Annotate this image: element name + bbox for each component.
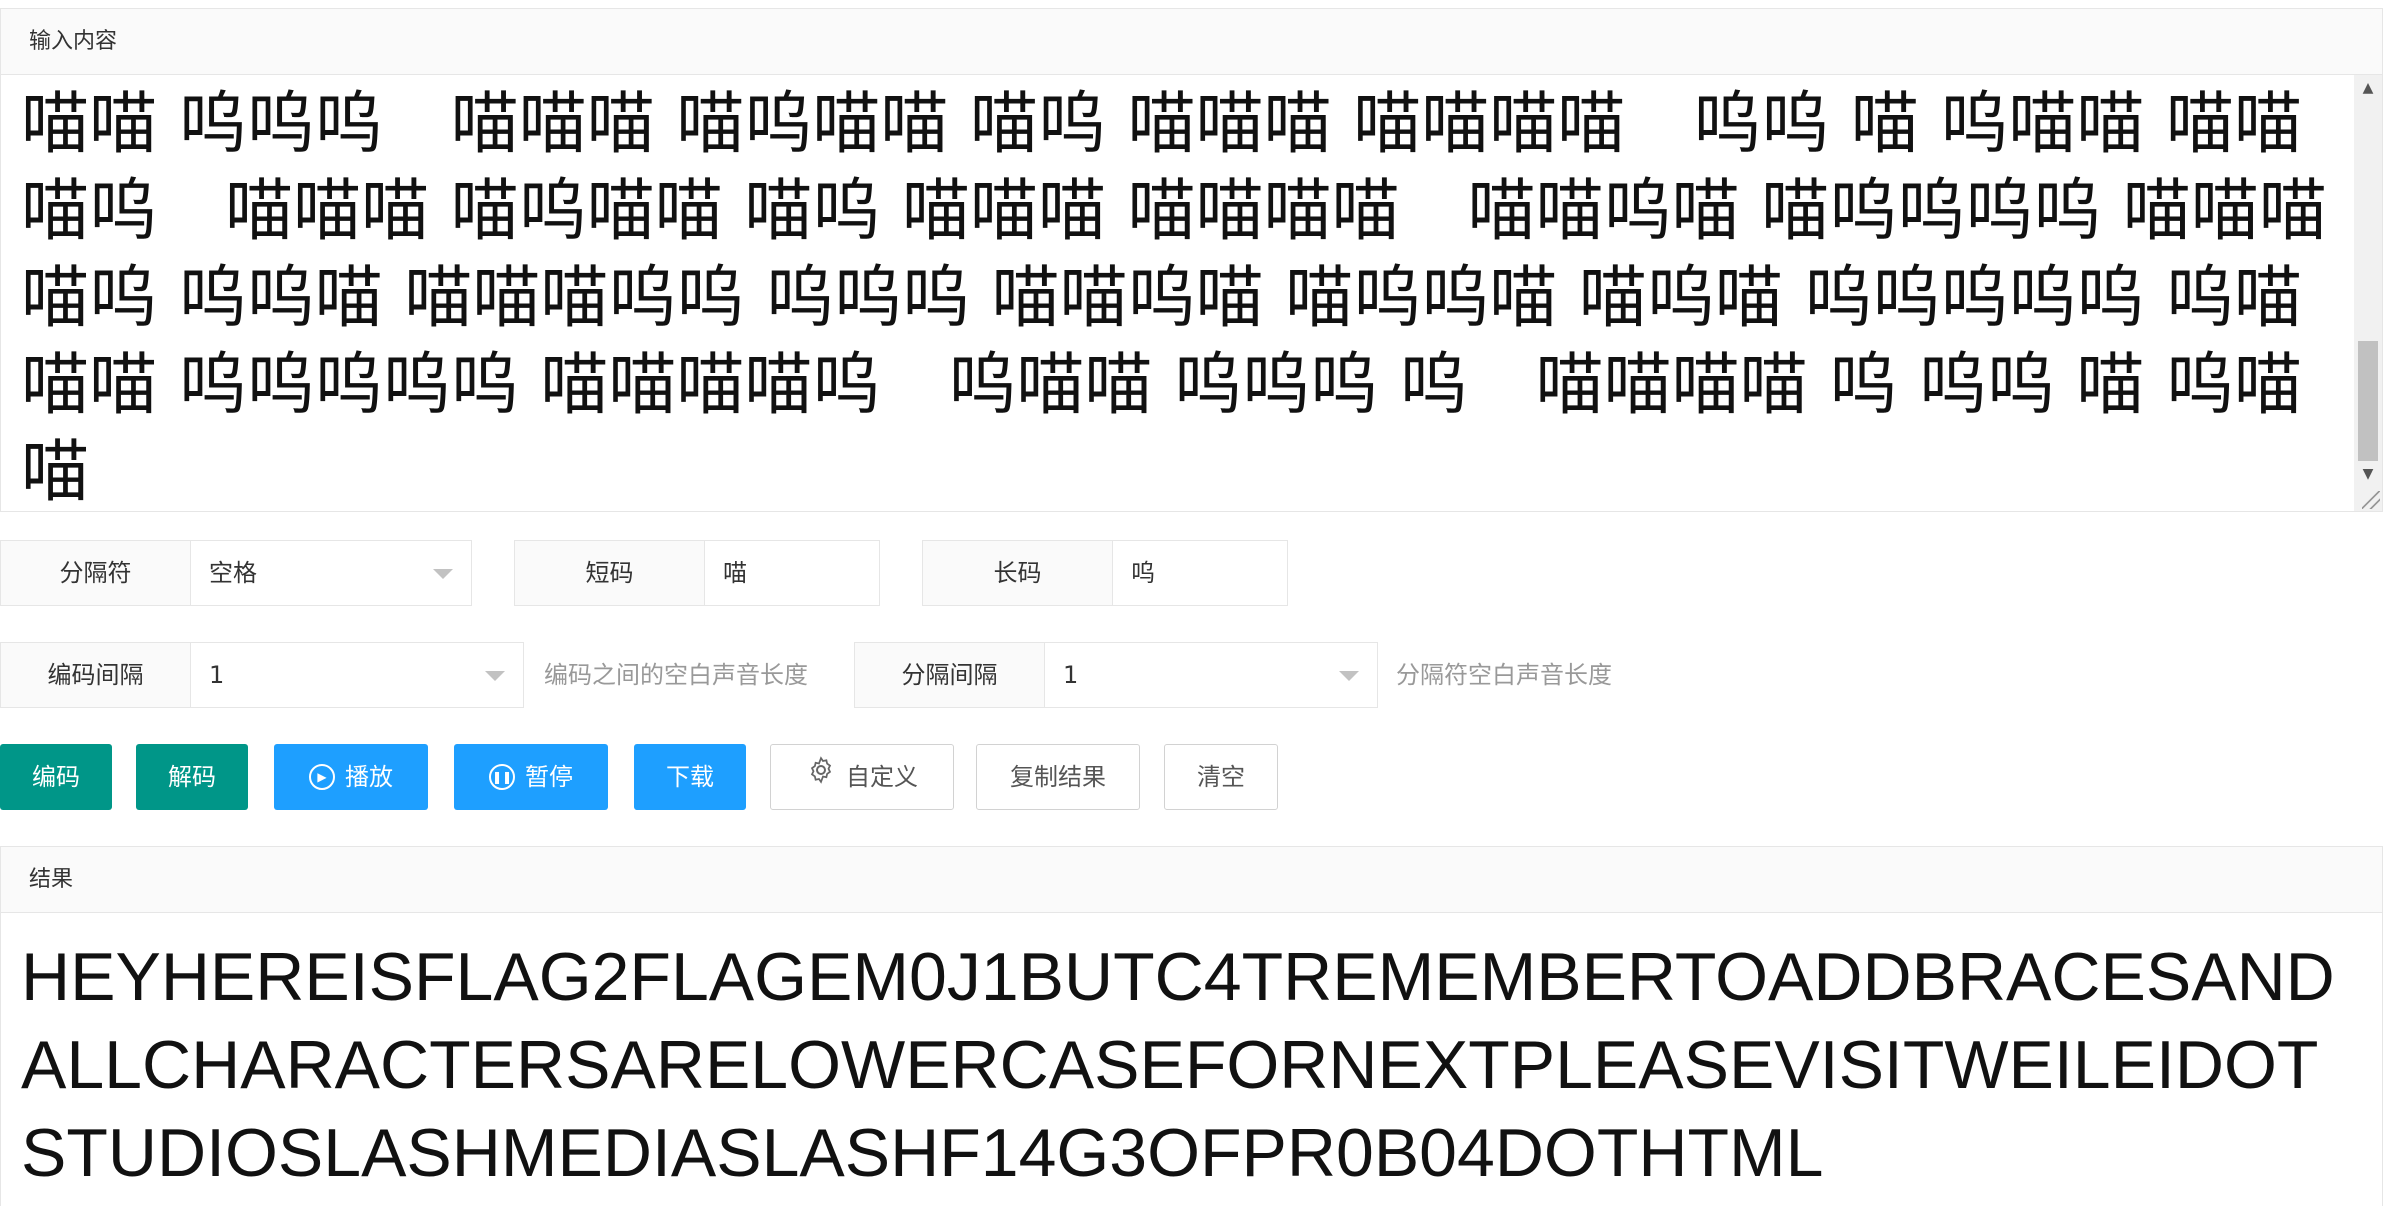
short-code-input[interactable]: 喵 bbox=[705, 541, 879, 605]
input-textarea[interactable]: 喵喵 呜呜呜 喵喵喵 喵呜喵喵 喵呜 喵喵喵 喵喵喵喵 呜呜 喵 呜喵喵 喵喵喵… bbox=[1, 75, 2354, 511]
separator-interval-value[interactable]: 1 bbox=[1045, 643, 1377, 707]
interval-options-row: 编码间隔 1 编码之间的空白声音长度 分隔间隔 1 分隔符空白声音长度 bbox=[0, 642, 2383, 708]
play-button[interactable]: ▶ 播放 bbox=[274, 744, 428, 810]
separator-label: 分隔符 bbox=[1, 541, 191, 605]
short-code-field[interactable]: 短码 喵 bbox=[514, 540, 880, 606]
download-button[interactable]: 下载 bbox=[634, 744, 746, 810]
code-interval-selected-text: 1 bbox=[209, 661, 225, 689]
decode-button[interactable]: 解码 bbox=[136, 744, 248, 810]
separator-interval-hint: 分隔符空白声音长度 bbox=[1396, 661, 1612, 689]
result-panel-title: 结果 bbox=[1, 847, 2382, 913]
input-panel: 输入内容 喵喵 呜呜呜 喵喵喵 喵呜喵喵 喵呜 喵喵喵 喵喵喵喵 呜呜 喵 呜喵… bbox=[0, 8, 2383, 512]
download-button-label: 下载 bbox=[666, 763, 714, 791]
clear-button[interactable]: 清空 bbox=[1164, 744, 1278, 810]
scroll-up-arrow-icon[interactable]: ▲ bbox=[2354, 75, 2382, 101]
code-interval-label: 编码间隔 bbox=[1, 643, 191, 707]
pause-button-label: 暂停 bbox=[525, 763, 573, 791]
separator-interval-selected-text: 1 bbox=[1063, 661, 1079, 689]
result-panel: 结果 HEYHEREISFLAG2FLAGEM0J1BUTC4TREMEMBER… bbox=[0, 846, 2383, 1206]
gear-icon bbox=[806, 744, 836, 810]
input-scrollbar[interactable]: ▲ ▼ bbox=[2354, 75, 2382, 511]
code-interval-value[interactable]: 1 bbox=[191, 643, 523, 707]
customize-button-label: 自定义 bbox=[846, 763, 918, 791]
separator-value[interactable]: 空格 bbox=[191, 541, 471, 605]
code-interval-hint: 编码之间的空白声音长度 bbox=[544, 661, 808, 689]
code-options-row: 分隔符 空格 短码 喵 长码 呜 bbox=[0, 540, 2383, 606]
customize-button[interactable]: 自定义 bbox=[770, 744, 954, 810]
long-code-field[interactable]: 长码 呜 bbox=[922, 540, 1288, 606]
action-buttons: 编码 解码 ▶ 播放 ❚❚ 暂停 下载 自定义 复制结果 清空 bbox=[0, 744, 2383, 810]
encode-button[interactable]: 编码 bbox=[0, 744, 112, 810]
copy-result-button-label: 复制结果 bbox=[1010, 763, 1106, 791]
code-interval-select[interactable]: 编码间隔 1 bbox=[0, 642, 524, 708]
long-code-input[interactable]: 呜 bbox=[1113, 541, 1287, 605]
separator-select[interactable]: 分隔符 空格 bbox=[0, 540, 472, 606]
chevron-down-icon[interactable] bbox=[433, 569, 453, 579]
copy-result-button[interactable]: 复制结果 bbox=[976, 744, 1140, 810]
play-button-label: 播放 bbox=[345, 763, 393, 791]
resize-grip-icon[interactable] bbox=[2362, 491, 2380, 509]
play-icon: ▶ bbox=[309, 764, 335, 790]
chevron-down-icon[interactable] bbox=[1339, 671, 1359, 681]
decode-button-label: 解码 bbox=[168, 763, 216, 791]
result-output[interactable]: HEYHEREISFLAG2FLAGEM0J1BUTC4TREMEMBERTOA… bbox=[1, 913, 2382, 1197]
separator-interval-label: 分隔间隔 bbox=[855, 643, 1045, 707]
pause-icon: ❚❚ bbox=[489, 764, 515, 790]
long-code-label: 长码 bbox=[923, 541, 1113, 605]
scroll-thumb[interactable] bbox=[2358, 341, 2378, 461]
pause-button[interactable]: ❚❚ 暂停 bbox=[454, 744, 608, 810]
chevron-down-icon[interactable] bbox=[485, 671, 505, 681]
input-panel-title: 输入内容 bbox=[1, 9, 2382, 75]
separator-interval-select[interactable]: 分隔间隔 1 bbox=[854, 642, 1378, 708]
scroll-down-arrow-icon[interactable]: ▼ bbox=[2354, 461, 2382, 487]
separator-selected-text: 空格 bbox=[209, 559, 257, 587]
clear-button-label: 清空 bbox=[1197, 763, 1245, 791]
short-code-label: 短码 bbox=[515, 541, 705, 605]
encode-button-label: 编码 bbox=[32, 763, 80, 791]
